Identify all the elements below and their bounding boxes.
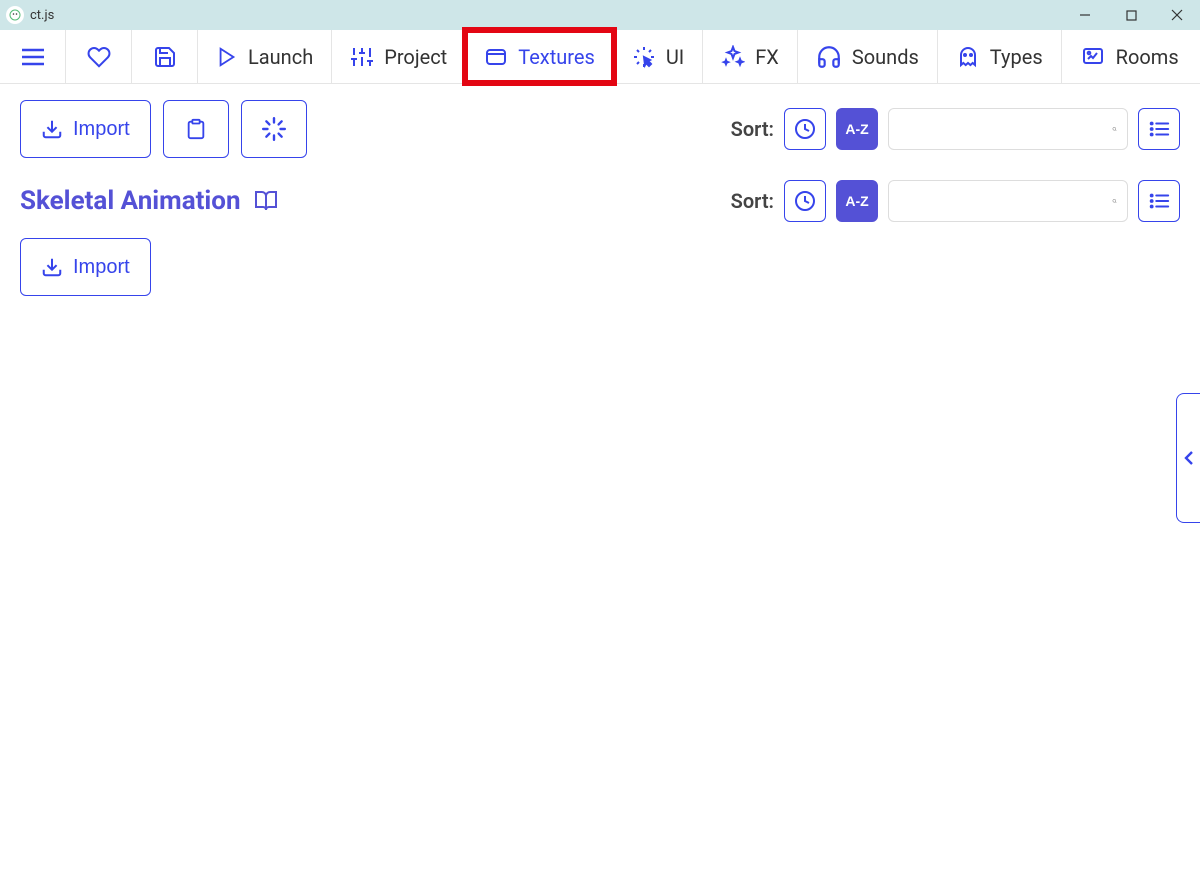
menu-button[interactable]	[0, 30, 66, 83]
list-view-button[interactable]	[1138, 108, 1180, 150]
maximize-button[interactable]	[1108, 0, 1154, 30]
download-icon	[41, 256, 63, 278]
app-icon	[6, 6, 24, 24]
skeletal-import-row: Import	[20, 238, 1180, 296]
search-input[interactable]	[899, 120, 1106, 138]
tab-ui[interactable]: UI	[614, 30, 703, 83]
az-icon: A-Z	[842, 191, 872, 211]
tab-types[interactable]: Types	[938, 30, 1062, 83]
import-button[interactable]: Import	[20, 100, 151, 158]
az-icon: A-Z	[842, 119, 872, 139]
cursor-click-icon	[632, 45, 656, 69]
search-icon	[1112, 190, 1117, 212]
heart-icon	[86, 45, 112, 69]
list-view-button-2[interactable]	[1138, 180, 1180, 222]
svg-text:A-Z: A-Z	[845, 121, 869, 137]
loader-icon	[261, 116, 287, 142]
tab-project[interactable]: Project	[332, 30, 466, 83]
room-icon	[1080, 45, 1106, 69]
clock-icon	[793, 189, 817, 213]
tab-label: Sounds	[852, 45, 919, 69]
tab-label: Textures	[518, 45, 595, 69]
clock-icon	[793, 117, 817, 141]
tab-rooms[interactable]: Rooms	[1062, 30, 1197, 83]
download-icon	[41, 118, 63, 140]
save-button[interactable]	[132, 30, 198, 83]
search-box-2[interactable]	[888, 180, 1128, 222]
sort-by-time-button[interactable]	[784, 108, 826, 150]
sort-label: Sort:	[731, 117, 774, 141]
sparkles-icon	[721, 45, 745, 69]
tab-sounds[interactable]: Sounds	[798, 30, 938, 83]
side-panel-toggle[interactable]	[1176, 393, 1200, 523]
tab-label: Types	[990, 45, 1043, 69]
clipboard-button[interactable]	[163, 100, 229, 158]
tab-label: UI	[666, 45, 684, 69]
skeletal-section-row: Skeletal Animation Sort: A-Z	[20, 180, 1180, 222]
button-label: Import	[73, 256, 130, 279]
tab-launch[interactable]: Launch	[198, 30, 332, 83]
textures-toolbar-row: Import Sort: A-Z	[20, 100, 1180, 158]
window-controls	[1062, 0, 1200, 30]
tab-label: Project	[384, 45, 447, 69]
import-skeletal-button[interactable]: Import	[20, 238, 151, 296]
svg-text:A-Z: A-Z	[845, 193, 869, 209]
search-box[interactable]	[888, 108, 1128, 150]
main-toolbar: Launch Project Textures UI FX Sounds Typ…	[0, 30, 1200, 84]
sort-alpha-button[interactable]: A-Z	[836, 108, 878, 150]
loading-button[interactable]	[241, 100, 307, 158]
content-area: Import Sort: A-Z	[0, 84, 1200, 334]
headphones-icon	[816, 44, 842, 70]
favorite-button[interactable]	[66, 30, 132, 83]
close-button[interactable]	[1154, 0, 1200, 30]
sort-by-time-button-2[interactable]	[784, 180, 826, 222]
save-icon	[153, 45, 177, 69]
tab-label: Rooms	[1116, 45, 1179, 69]
sort-label: Sort:	[731, 189, 774, 213]
book-open-icon	[253, 189, 279, 213]
tab-label: FX	[755, 45, 779, 69]
hamburger-icon	[20, 46, 46, 68]
list-icon	[1148, 119, 1170, 139]
tab-fx[interactable]: FX	[703, 30, 798, 83]
play-icon	[216, 46, 238, 68]
sort-alpha-button-2[interactable]: A-Z	[836, 180, 878, 222]
sliders-icon	[350, 45, 374, 69]
tab-label: Launch	[248, 45, 313, 69]
chevron-left-icon	[1183, 450, 1195, 466]
search-icon	[1112, 118, 1117, 140]
section-heading: Skeletal Animation	[20, 186, 279, 216]
ghost-icon	[956, 45, 980, 69]
window-title: ct.js	[30, 8, 54, 23]
clipboard-icon	[185, 117, 207, 141]
button-label: Import	[73, 118, 130, 141]
list-icon	[1148, 191, 1170, 211]
tab-textures[interactable]: Textures	[466, 30, 614, 83]
heading-text: Skeletal Animation	[20, 186, 241, 216]
search-input[interactable]	[899, 192, 1106, 210]
image-icon	[484, 45, 508, 69]
minimize-button[interactable]	[1062, 0, 1108, 30]
window-titlebar: ct.js	[0, 0, 1200, 30]
